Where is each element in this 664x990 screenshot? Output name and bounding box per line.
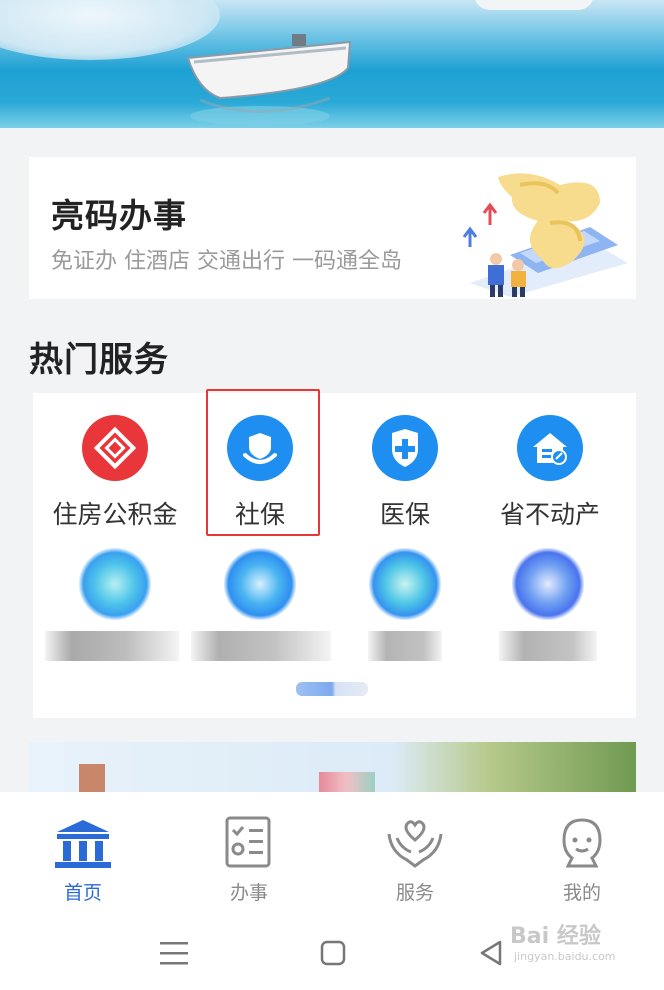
service-real-estate[interactable]: 省不动产 [475, 415, 625, 531]
checklist-icon [225, 816, 271, 868]
highlight-box [206, 389, 320, 536]
tab-label: 首页 [63, 882, 102, 904]
watermark-url: jingyan.baidu.com [514, 950, 616, 963]
home-square-icon[interactable] [320, 940, 346, 966]
service-medical-insurance[interactable]: 医保 [330, 415, 480, 531]
blurred-figure [319, 772, 375, 792]
blurred-service-icon[interactable] [224, 548, 296, 620]
blurred-service-label [368, 631, 442, 661]
bottom-tab-bar: 首页 办事 服务 我的 [0, 792, 664, 910]
blurred-figure [79, 764, 105, 792]
back-triangle-icon[interactable] [478, 940, 504, 966]
tab-service[interactable]: 服务 [360, 816, 470, 905]
real-estate-house-icon [517, 415, 583, 481]
qr-card-title: 亮码办事 [51, 196, 187, 235]
housing-fund-icon [82, 415, 148, 481]
hero-banner[interactable] [0, 0, 664, 128]
blurred-service-icon[interactable] [369, 548, 441, 620]
qr-service-card[interactable]: 亮码办事 免证办 住酒店 交通出行 一码通全岛 [29, 157, 636, 299]
service-housing-fund[interactable]: 住房公积金 [40, 415, 190, 531]
service-label: 省不动产 [499, 500, 600, 529]
tab-services-affairs[interactable]: 办事 [194, 816, 304, 905]
baidu-watermark: Bai 经验 jingyan.baidu.com [510, 918, 616, 963]
blurred-service-label [45, 631, 179, 661]
service-label: 住房公积金 [52, 500, 178, 529]
menu-icon[interactable] [160, 940, 188, 966]
page-indicator [296, 682, 368, 696]
boat-image [186, 34, 352, 126]
blurred-service-icon[interactable] [79, 548, 151, 620]
tab-label: 服务 [395, 882, 434, 904]
blurred-service-label [191, 631, 331, 661]
home-building-icon [55, 820, 111, 868]
hot-services-title: 热门服务 [29, 340, 169, 380]
qr-card-subtitle: 免证办 住酒店 交通出行 一码通全岛 [51, 249, 402, 274]
blurred-service-icon[interactable] [512, 548, 584, 620]
service-label: 医保 [379, 500, 430, 529]
heart-hands-icon [387, 820, 443, 868]
person-icon [562, 818, 602, 868]
tab-mine[interactable]: 我的 [527, 816, 637, 905]
hot-services-card: 住房公积金 社保 医保 省不动产 [33, 389, 636, 718]
qr-illustration-icon [462, 173, 628, 297]
medical-insurance-shield-icon [372, 415, 438, 481]
tab-label: 我的 [562, 882, 601, 904]
tab-label: 办事 [229, 882, 268, 904]
blurred-service-label [499, 631, 597, 661]
watermark-text: Bai 经验 [510, 924, 601, 949]
tab-home[interactable]: 首页 [28, 816, 138, 905]
banner-ship [474, 0, 594, 10]
promo-banner[interactable] [29, 742, 636, 792]
